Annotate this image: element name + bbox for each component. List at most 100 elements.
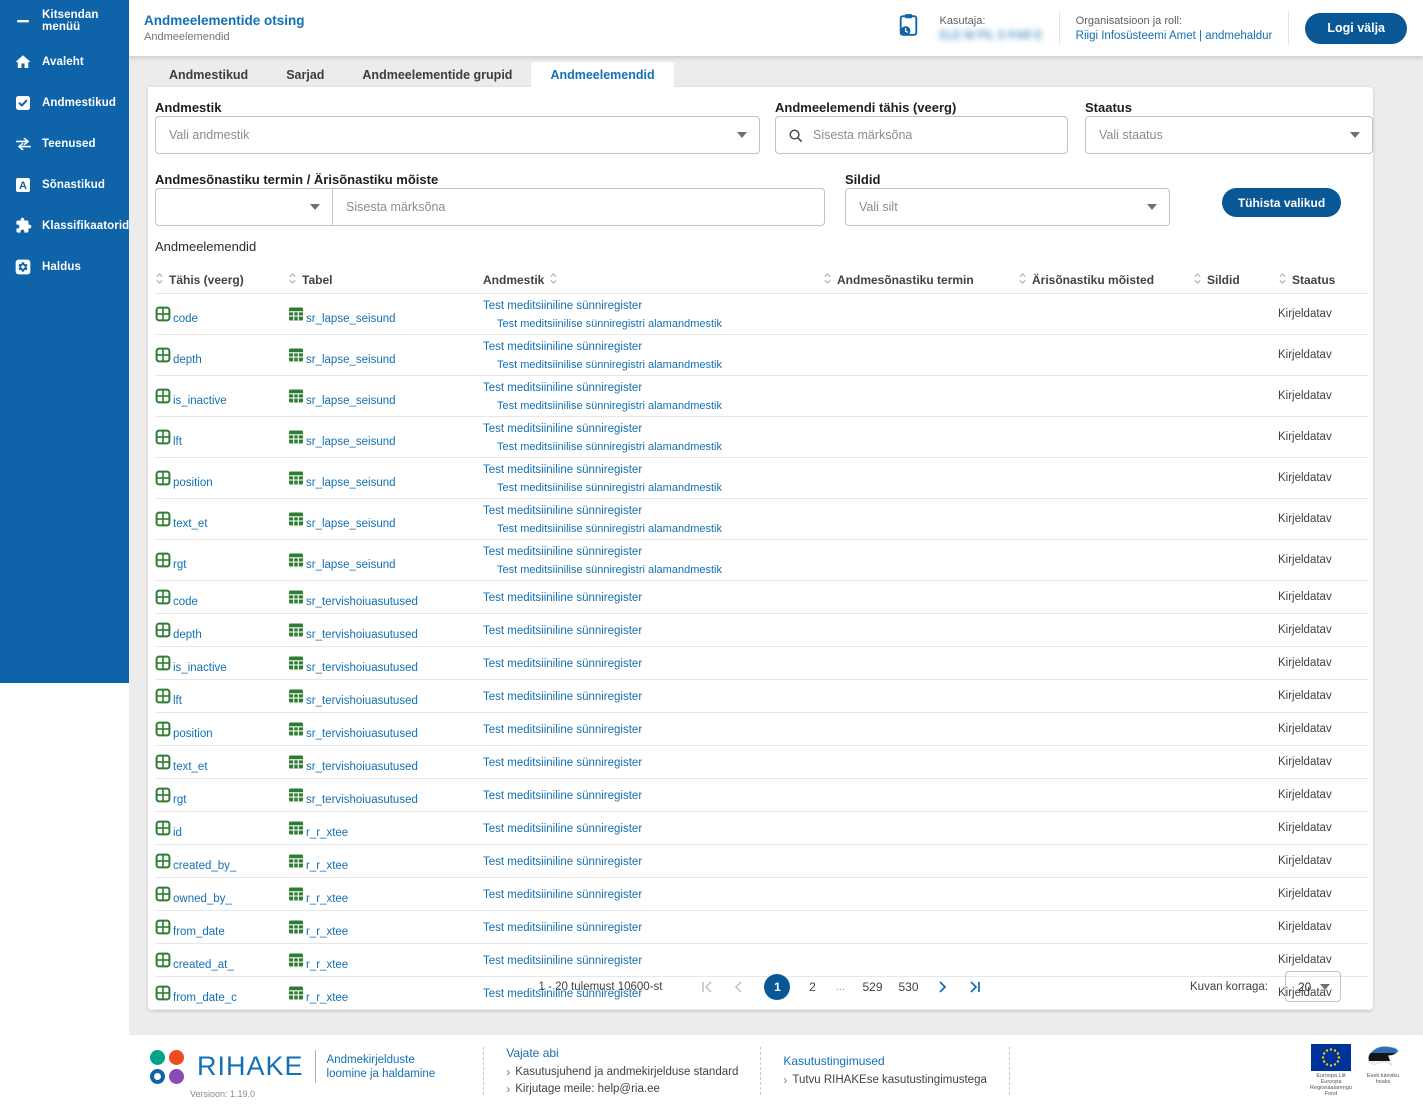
- element-link[interactable]: code: [173, 313, 198, 325]
- dataset-link[interactable]: Test meditsiiniline sünniregister: [483, 856, 642, 869]
- dataset-link[interactable]: Test meditsiiniline sünniregister: [483, 889, 642, 902]
- tab-sarjad[interactable]: Sarjad: [267, 62, 343, 87]
- sub-dataset-link[interactable]: Test meditsiinilise sünniregistri alaman…: [497, 523, 722, 536]
- dataset-link[interactable]: Test meditsiiniline sünniregister: [483, 300, 642, 313]
- col-header-moisted[interactable]: Ärisõnastiku mõisted: [1032, 273, 1154, 287]
- dataset-link[interactable]: Test meditsiiniline sünniregister: [483, 592, 642, 605]
- dataset-link[interactable]: Test meditsiiniline sünniregister: [483, 625, 642, 638]
- col-header-staatus[interactable]: Staatus: [1292, 273, 1335, 287]
- sort-icon[interactable]: [288, 272, 297, 288]
- element-link[interactable]: lft: [173, 695, 182, 707]
- sub-dataset-link[interactable]: Test meditsiinilise sünniregistri alaman…: [497, 359, 722, 372]
- dataset-link[interactable]: Test meditsiiniline sünniregister: [483, 724, 642, 737]
- table-link[interactable]: r_r_xtee: [306, 860, 348, 872]
- help-link-1[interactable]: › Kasutusjuhend ja andmekirjelduse stand…: [506, 1065, 738, 1079]
- table-link[interactable]: sr_tervishoiuasutused: [306, 662, 418, 674]
- element-link[interactable]: text_et: [173, 518, 208, 530]
- sidebar-item-andmestikud[interactable]: Andmestikud: [0, 82, 129, 123]
- dataset-link[interactable]: Test meditsiiniline sünniregister: [483, 382, 642, 395]
- sidebar-item-haldus[interactable]: Haldus: [0, 246, 129, 287]
- element-link[interactable]: owned_by_: [173, 893, 232, 905]
- table-link[interactable]: sr_tervishoiuasutused: [306, 596, 418, 608]
- staatus-select[interactable]: Vali staatus: [1085, 116, 1373, 154]
- help-link-2[interactable]: › Kirjutage meile: help@ria.ee: [506, 1082, 738, 1096]
- terms-link-1[interactable]: › Tutvu RIHAKEse kasutustingimustega: [783, 1073, 987, 1087]
- tab-andmeelementide-grupid[interactable]: Andmeelementide grupid: [343, 62, 531, 87]
- table-link[interactable]: sr_tervishoiuasutused: [306, 695, 418, 707]
- clipboard-clock-icon[interactable]: [896, 12, 921, 44]
- dataset-link[interactable]: Test meditsiiniline sünniregister: [483, 790, 642, 803]
- sidebar-item-collapse-menu[interactable]: Kitsendan menüü: [0, 0, 129, 41]
- table-link[interactable]: sr_lapse_seisund: [306, 436, 396, 448]
- termin-search-input[interactable]: [346, 200, 824, 214]
- table-link[interactable]: sr_lapse_seisund: [306, 518, 396, 530]
- sort-icon[interactable]: [549, 272, 558, 288]
- sort-icon[interactable]: [155, 272, 164, 288]
- table-link[interactable]: r_r_xtee: [306, 893, 348, 905]
- table-link[interactable]: sr_tervishoiuasutused: [306, 629, 418, 641]
- termin-type-select[interactable]: [156, 189, 332, 225]
- prev-page-button[interactable]: [732, 979, 748, 995]
- element-link[interactable]: position: [173, 477, 213, 489]
- page-number-2[interactable]: 2: [806, 980, 818, 994]
- table-link[interactable]: sr_lapse_seisund: [306, 354, 396, 366]
- sort-icon[interactable]: [1193, 272, 1202, 288]
- col-header-tabel[interactable]: Tabel: [302, 273, 332, 287]
- dataset-link[interactable]: Test meditsiiniline sünniregister: [483, 546, 642, 559]
- table-link[interactable]: sr_tervishoiuasutused: [306, 761, 418, 773]
- sub-dataset-link[interactable]: Test meditsiinilise sünniregistri alaman…: [497, 400, 722, 413]
- clear-filters-button[interactable]: Tühista valikud: [1222, 188, 1341, 217]
- element-link[interactable]: code: [173, 596, 198, 608]
- element-link[interactable]: is_inactive: [173, 395, 227, 407]
- sort-icon[interactable]: [1018, 272, 1027, 288]
- dataset-link[interactable]: Test meditsiiniline sünniregister: [483, 341, 642, 354]
- element-link[interactable]: lft: [173, 436, 182, 448]
- element-link[interactable]: is_inactive: [173, 662, 227, 674]
- element-link[interactable]: id: [173, 827, 182, 839]
- element-link[interactable]: text_et: [173, 761, 208, 773]
- dataset-link[interactable]: Test meditsiiniline sünniregister: [483, 757, 642, 770]
- sub-dataset-link[interactable]: Test meditsiinilise sünniregistri alaman…: [497, 318, 722, 331]
- col-header-andmestik[interactable]: Andmestik: [483, 273, 544, 287]
- table-link[interactable]: sr_lapse_seisund: [306, 477, 396, 489]
- page-size-select[interactable]: 20: [1285, 971, 1341, 1002]
- first-page-button[interactable]: [700, 979, 716, 995]
- dataset-link[interactable]: Test meditsiiniline sünniregister: [483, 691, 642, 704]
- tahis-search-field[interactable]: [775, 116, 1068, 154]
- table-link[interactable]: sr_lapse_seisund: [306, 395, 396, 407]
- tab-andmestikud[interactable]: Andmestikud: [150, 62, 267, 87]
- col-header-sildid[interactable]: Sildid: [1207, 273, 1240, 287]
- table-link[interactable]: r_r_xtee: [306, 827, 348, 839]
- col-header-tahis[interactable]: Tähis (veerg): [169, 273, 244, 287]
- logout-button[interactable]: Logi välja: [1305, 12, 1407, 44]
- andmestik-select[interactable]: Vali andmestik: [155, 116, 760, 154]
- element-link[interactable]: depth: [173, 354, 202, 366]
- last-page-button[interactable]: [967, 979, 983, 995]
- org-value[interactable]: Riigi Infosüsteemi Amet | andmehaldur: [1076, 30, 1273, 42]
- dataset-link[interactable]: Test meditsiiniline sünniregister: [483, 658, 642, 671]
- element-link[interactable]: created_by_: [173, 860, 236, 872]
- element-link[interactable]: position: [173, 728, 213, 740]
- page-number-530[interactable]: 530: [899, 980, 919, 994]
- tahis-search-input[interactable]: [813, 128, 1067, 142]
- dataset-link[interactable]: Test meditsiiniline sünniregister: [483, 464, 642, 477]
- table-link[interactable]: r_r_xtee: [306, 926, 348, 938]
- sidebar-item-avaleht[interactable]: Avaleht: [0, 41, 129, 82]
- element-link[interactable]: rgt: [173, 559, 186, 571]
- sidebar-item-teenused[interactable]: Teenused: [0, 123, 129, 164]
- col-header-termin[interactable]: Andmesõnastiku termin: [837, 273, 974, 287]
- page-number-529[interactable]: 529: [862, 980, 882, 994]
- dataset-link[interactable]: Test meditsiiniline sünniregister: [483, 423, 642, 436]
- table-link[interactable]: sr_tervishoiuasutused: [306, 794, 418, 806]
- dataset-link[interactable]: Test meditsiiniline sünniregister: [483, 922, 642, 935]
- sort-icon[interactable]: [1278, 272, 1287, 288]
- sub-dataset-link[interactable]: Test meditsiinilise sünniregistri alaman…: [497, 441, 722, 454]
- element-link[interactable]: rgt: [173, 794, 186, 806]
- sub-dataset-link[interactable]: Test meditsiinilise sünniregistri alaman…: [497, 564, 722, 577]
- dataset-link[interactable]: Test meditsiiniline sünniregister: [483, 505, 642, 518]
- sort-icon[interactable]: [823, 272, 832, 288]
- table-link[interactable]: sr_lapse_seisund: [306, 559, 396, 571]
- sidebar-item-klassifikaatorid[interactable]: Klassifikaatorid: [0, 205, 129, 246]
- page-number-1[interactable]: 1: [764, 974, 791, 1000]
- table-link[interactable]: sr_tervishoiuasutused: [306, 728, 418, 740]
